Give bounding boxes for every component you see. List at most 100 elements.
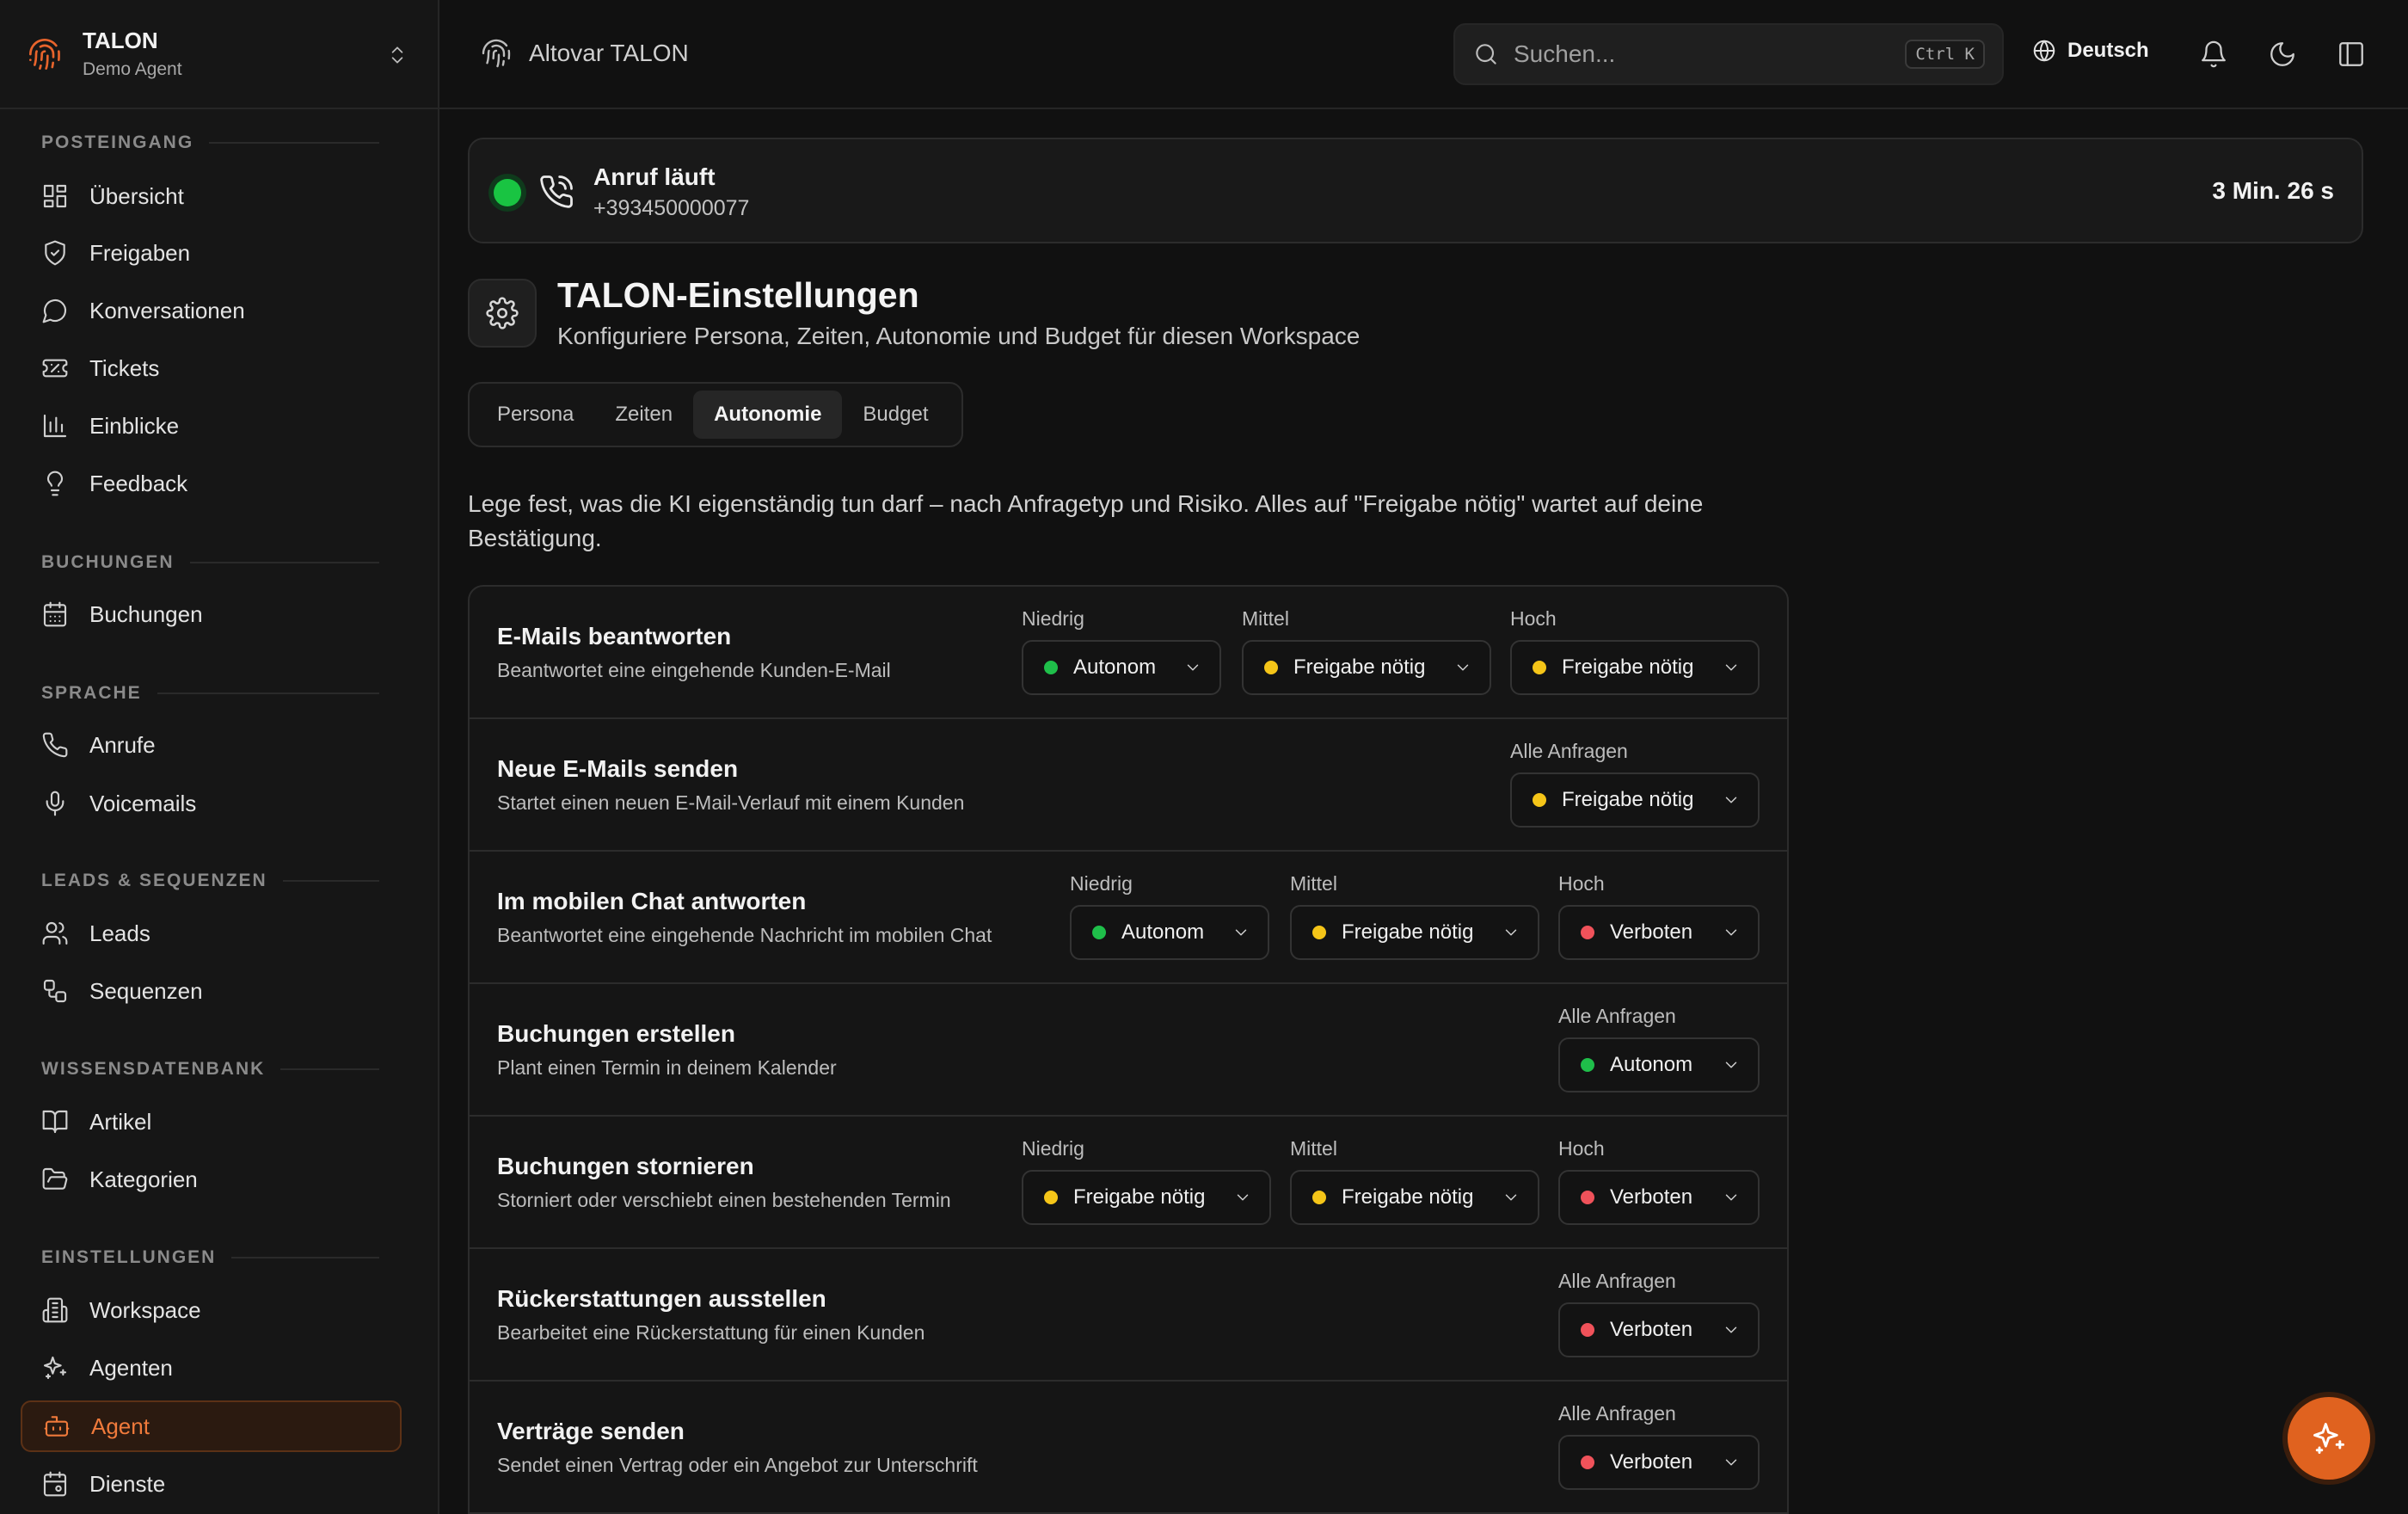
action-title: Im mobilen Chat antworten (497, 888, 807, 914)
risk-level-label: Alle Anfragen (1510, 740, 1628, 762)
search-icon (1476, 44, 1496, 65)
risk-control: Niedrig Autonom (1022, 607, 1221, 695)
phone-call-icon (540, 175, 573, 208)
sidebar-item-voicemails[interactable]: Voicemails (21, 778, 402, 829)
action-description: Startet einen neuen E-Mail-Verlauf mit e… (497, 791, 965, 814)
sidebar-item-tickets[interactable]: Tickets (21, 342, 402, 394)
autonomy-select[interactable]: Verboten (1558, 1170, 1760, 1225)
autonomy-select[interactable]: Freigabe nötig (1290, 1170, 1539, 1225)
sidebar-item-dienste[interactable]: Dienste (21, 1458, 402, 1510)
autonomy-select-value: Verboten (1610, 1450, 1693, 1474)
autonomy-select[interactable]: Freigabe nötig (1242, 640, 1491, 695)
language-switcher[interactable]: Deutsch (2031, 38, 2149, 64)
sidebar-item-sequenzen[interactable]: Sequenzen (21, 965, 402, 1017)
autonomy-select[interactable]: Freigabe nötig (1022, 1170, 1271, 1225)
risk-control: Hoch Verboten (1558, 872, 1760, 960)
microphone-icon (46, 791, 64, 816)
autonomy-select[interactable]: Autonom (1070, 905, 1269, 960)
search-box[interactable]: Ctrl K (1453, 23, 2004, 85)
bot-icon (44, 1416, 70, 1437)
sidebar-section-header: EINSTELLUNGEN (41, 1247, 379, 1268)
status-dot (1264, 661, 1278, 674)
status-dot (1533, 661, 1546, 674)
autonomy-select-value: Autonom (1121, 920, 1205, 944)
sidebar-item-kategorien[interactable]: Kategorien (21, 1154, 402, 1205)
autonomy-select[interactable]: Verboten (1558, 1302, 1760, 1357)
sidebar-item-label: Voicemails (89, 790, 197, 816)
phone-icon (42, 732, 68, 758)
sidebar-section-title: SPRACHE (41, 683, 142, 703)
autonomy-select[interactable]: Freigabe nötig (1510, 772, 1760, 828)
users-icon (42, 921, 68, 945)
risk-control: Mittel Freigabe nötig (1290, 872, 1539, 960)
action-description: Bearbeitet eine Rückerstattung für einen… (497, 1321, 925, 1344)
autonomy-select[interactable]: Freigabe nötig (1510, 640, 1760, 695)
action-description: Beantwortet eine eingehende Kunden-E-Mai… (497, 659, 891, 681)
sidebar-item-uebersicht[interactable]: Übersicht (21, 170, 402, 222)
chevron-down-icon (1725, 1062, 1737, 1068)
autonomy-select[interactable]: Autonom (1022, 640, 1221, 695)
topbar: Altovar TALON Ctrl K Deutsch (439, 0, 2408, 109)
sidebar-item-label: Konversationen (89, 297, 245, 323)
chevron-down-icon (1725, 929, 1737, 936)
chevron-down-icon (1725, 1459, 1737, 1466)
workspace-switcher[interactable]: TALON Demo Agent (0, 0, 438, 109)
autonomy-row: Im mobilen Chat antworten Beantwortet ein… (470, 852, 1787, 984)
workflow-icon (43, 979, 67, 1003)
chevrons-up-down-icon[interactable] (386, 43, 408, 67)
action-description: Plant einen Termin in deinem Kalender (497, 1056, 837, 1079)
sidebar-item-feedback[interactable]: Feedback (21, 458, 402, 509)
call-status: Anruf läuft (593, 163, 716, 190)
action-title: Neue E-Mails senden (497, 755, 739, 782)
autonomy-select[interactable]: Verboten (1558, 1435, 1760, 1490)
risk-control: Hoch Verboten (1558, 1137, 1760, 1225)
active-call-banner[interactable]: Anruf läuft +393450000077 3 Min. 26 s (468, 138, 2363, 243)
sidebar-item-leads[interactable]: Leads (21, 908, 402, 959)
panel-toggle-icon[interactable] (2337, 40, 2366, 69)
risk-level-label: Mittel (1242, 607, 1289, 630)
sidebar-item-artikel[interactable]: Artikel (21, 1096, 402, 1148)
autonomy-select[interactable]: Freigabe nötig (1290, 905, 1539, 960)
risk-level-label: Mittel (1290, 1137, 1337, 1160)
chevron-down-icon (1725, 797, 1737, 803)
tab-autonomie[interactable]: Autonomie (693, 391, 843, 439)
globe-icon (2033, 40, 2055, 62)
search-input[interactable] (1514, 40, 1906, 68)
tab-zeiten[interactable]: Zeiten (594, 391, 693, 439)
status-dot (1581, 1456, 1594, 1469)
risk-control: Niedrig Freigabe nötig (1022, 1137, 1271, 1225)
brand-title: TALON (83, 28, 158, 53)
sidebar-item-workspace[interactable]: Workspace (21, 1284, 402, 1336)
tab-budget[interactable]: Budget (842, 391, 949, 439)
sidebar-item-agenten[interactable]: Agenten (21, 1342, 402, 1394)
sidebar-item-konversationen[interactable]: Konversationen (21, 285, 402, 336)
sidebar-item-buchungen[interactable]: Buchungen (21, 588, 402, 640)
moon-icon[interactable] (2268, 40, 2297, 69)
action-title: Verträge senden (497, 1418, 685, 1444)
sidebar-section-header: POSTEINGANG (41, 132, 379, 153)
sidebar-item-agent[interactable]: Agent (21, 1400, 402, 1452)
bell-icon[interactable] (2199, 40, 2228, 69)
autonomy-row: Buchungen erstellen Plant einen Termin in… (470, 984, 1787, 1117)
autonomy-intro: Lege fest, was die KI eigenständig tun d… (468, 490, 1704, 551)
ai-assistant-button[interactable] (2288, 1397, 2370, 1480)
risk-level-label: Alle Anfragen (1558, 1402, 1676, 1425)
sidebar-item-einblicke[interactable]: Einblicke (21, 400, 402, 452)
sidebar-item-label: Einblicke (89, 412, 180, 439)
risk-control: Alle Anfragen Freigabe nötig (1510, 740, 1760, 828)
chevron-down-icon (1725, 1194, 1737, 1201)
bar-chart-icon (43, 414, 67, 438)
sidebar-item-freigaben[interactable]: Freigaben (21, 227, 402, 279)
autonomy-select[interactable]: Autonom (1558, 1037, 1760, 1092)
tab-persona[interactable]: Persona (476, 391, 594, 439)
autonomy-select-value: Freigabe nötig (1293, 655, 1426, 679)
risk-control: Mittel Freigabe nötig (1242, 607, 1491, 695)
sidebar-item-anrufe[interactable]: Anrufe (21, 719, 402, 771)
calendar-cog-icon (43, 1471, 67, 1497)
autonomy-select[interactable]: Verboten (1558, 905, 1760, 960)
sidebar-item-label: Buchungen (89, 600, 203, 627)
autonomy-row: E-Mails beantworten Beantwortet eine eing… (470, 587, 1787, 719)
sidebar-section-title: LEADS & SEQUENZEN (41, 871, 267, 890)
page-title: TALON-Einstellungen (557, 275, 919, 315)
fingerprint-logo-icon (29, 38, 60, 70)
